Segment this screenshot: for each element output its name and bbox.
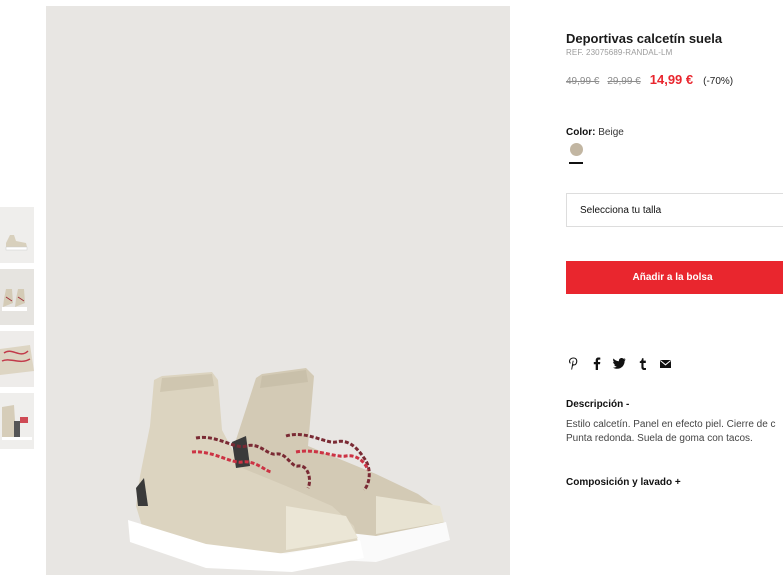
thumbnail-2[interactable]	[0, 269, 34, 325]
color-label: Color: Beige	[566, 127, 624, 138]
original-price: 49,99 €	[566, 76, 600, 87]
thumbnail-strip	[0, 207, 34, 455]
product-main-image[interactable]	[46, 6, 510, 575]
product-title: Deportivas calcetín suela	[566, 31, 723, 46]
thumbnail-1[interactable]	[0, 207, 34, 263]
composition-heading[interactable]: Composición y lavado +	[566, 477, 681, 488]
selected-swatch-indicator	[569, 162, 583, 164]
description-text: Estilo calcetín. Panel en efecto piel. C…	[566, 418, 783, 446]
twitter-icon[interactable]	[612, 356, 627, 371]
tumblr-icon[interactable]	[635, 356, 650, 371]
description-line-1: Estilo calcetín. Panel en efecto piel. C…	[566, 419, 776, 430]
facebook-icon[interactable]	[589, 356, 604, 371]
add-to-bag-button[interactable]: Añadir a la bolsa	[566, 261, 783, 294]
size-select[interactable]: Selecciona tu talla	[566, 193, 783, 227]
email-icon[interactable]	[658, 356, 673, 371]
pinterest-icon[interactable]	[566, 356, 581, 371]
thumbnail-4[interactable]	[0, 393, 34, 449]
product-info-panel: Deportivas calcetín suela REF. 23075689-…	[566, 0, 783, 575]
color-label-prefix: Color:	[566, 127, 596, 138]
color-value: Beige	[598, 127, 624, 138]
current-price: 14,99 €	[649, 72, 694, 87]
product-reference: REF. 23075689-RANDAL-LM	[566, 48, 673, 57]
price-row: 49,99 € 29,99 € 14,99 € (-70%)	[566, 72, 733, 87]
share-icons	[566, 356, 673, 371]
color-swatch-beige[interactable]	[570, 143, 583, 156]
discount-badge: (-70%)	[703, 76, 734, 87]
description-line-2: Punta redonda. Suela de goma con tacos.	[566, 433, 753, 444]
thumbnail-3[interactable]	[0, 331, 34, 387]
previous-price: 29,99 €	[607, 76, 641, 87]
description-heading[interactable]: Descripción -	[566, 399, 629, 410]
